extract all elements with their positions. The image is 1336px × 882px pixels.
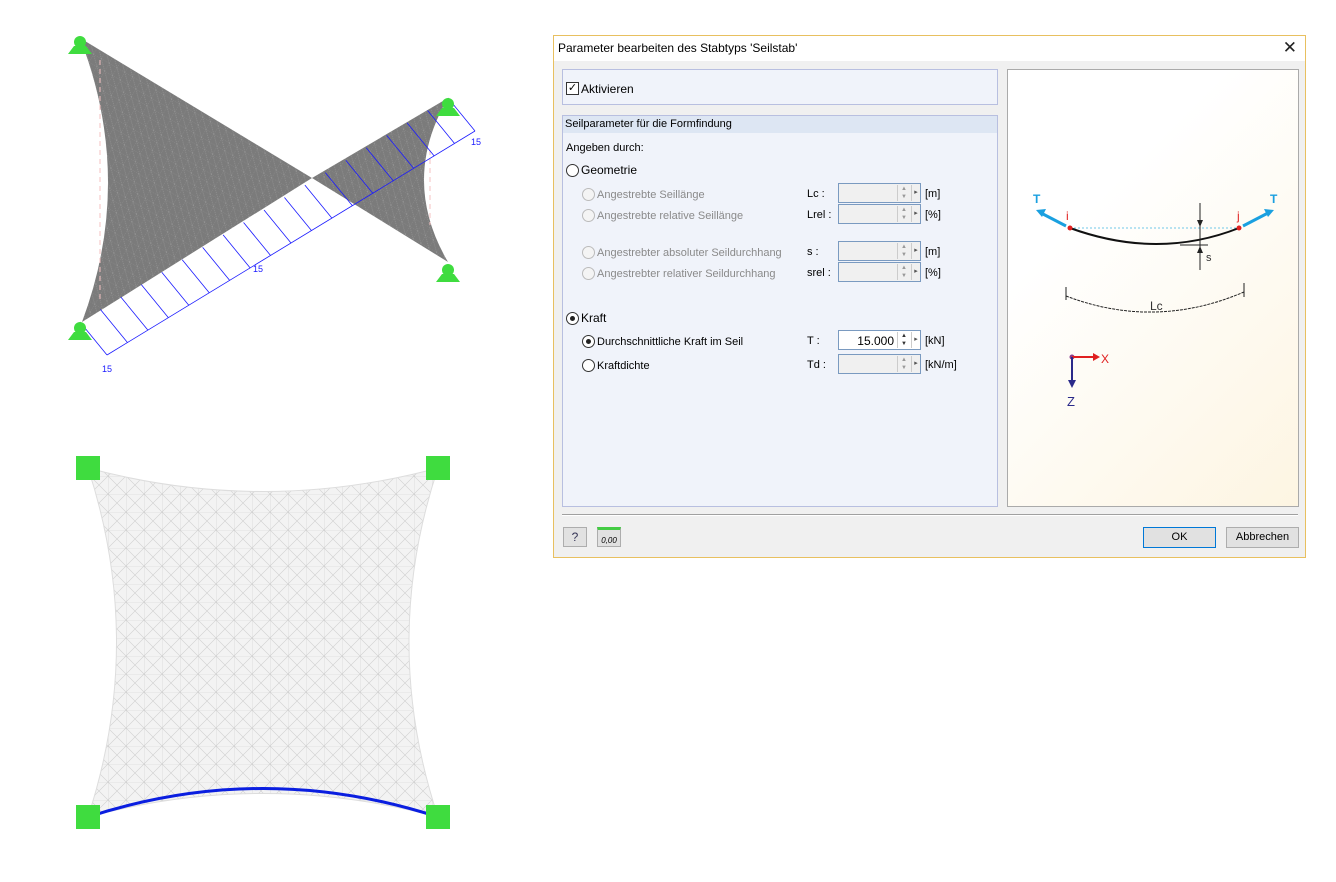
symbol-t: T :	[807, 335, 820, 347]
title-bar: Parameter bearbeiten des Stabtyps 'Seils…	[554, 36, 1305, 61]
label-lc: Lc	[1150, 299, 1163, 313]
model-view-3d[interactable]: 15 15 15	[0, 0, 540, 420]
symbol-lrel: Lrel :	[807, 209, 832, 221]
symbol-td: Td :	[807, 359, 826, 371]
radio-force-density[interactable]: Kraftdichte	[582, 359, 650, 372]
radio-relative-sag[interactable]: Angestrebter relativer Seildurchhang	[582, 267, 776, 280]
edit-cable-dialog: Parameter bearbeiten des Stabtyps 'Seils…	[553, 35, 1306, 558]
support-icon	[426, 456, 450, 480]
model-view-plan[interactable]	[0, 440, 540, 860]
section-header: Seilparameter für die Formfindung	[563, 116, 997, 133]
support-icon	[436, 264, 460, 282]
label-s: s	[1206, 252, 1212, 264]
load-hatch	[243, 222, 271, 256]
activate-group: ✓ Aktivieren	[562, 69, 998, 105]
target-length-input[interactable]: ▲ ▼ ▸	[838, 183, 921, 203]
label-i: i	[1066, 209, 1069, 223]
load-label: 15	[253, 264, 263, 274]
average-force-input[interactable]: 15.000 ▲ ▼ ▸	[838, 330, 921, 350]
axis-z-label: Z	[1067, 394, 1075, 409]
load-hatch	[304, 184, 333, 219]
support-icon	[76, 456, 100, 480]
absolute-sag-input[interactable]: ▲ ▼ ▸	[838, 241, 921, 261]
close-icon[interactable]: ✕	[1283, 38, 1297, 58]
radio-absolute-sag[interactable]: Angestrebter absoluter Seildurchhang	[582, 246, 782, 259]
cable-diagram: T T i j s Lc X Z	[1033, 192, 1278, 409]
help-icon: ?	[571, 530, 579, 544]
activate-label: Aktivieren	[581, 82, 634, 96]
symbol-s: s :	[807, 246, 819, 258]
support-icon	[68, 322, 92, 340]
unit-label: [m]	[925, 246, 941, 258]
load-hatch	[284, 197, 312, 231]
relative-sag-input[interactable]: ▲ ▼ ▸	[838, 262, 921, 282]
load-hatch	[222, 234, 251, 269]
symbol-lc: Lc :	[807, 188, 825, 200]
diagram-panel: T T i j s Lc X Z	[1007, 69, 1299, 507]
support-icon	[76, 805, 100, 829]
radio-target-length[interactable]: Angestrebte Seillänge	[582, 188, 705, 201]
cable-parameters-group: Seilparameter für die Formfindung Angebe…	[562, 115, 998, 507]
label-t-right: T	[1270, 192, 1278, 206]
unit-label: [%]	[925, 209, 941, 221]
unit-label: [%]	[925, 267, 941, 279]
specify-by-label: Angeben durch:	[566, 142, 644, 154]
radio-button[interactable]	[566, 312, 579, 325]
radio-average-force[interactable]: Durchschnittliche Kraft im Seil	[582, 335, 743, 348]
radio-geometry[interactable]: Geometrie	[566, 163, 637, 177]
unit-label: [kN/m]	[925, 359, 957, 371]
load-hatch	[181, 259, 210, 294]
membrane-plan	[87, 467, 439, 818]
ok-button[interactable]: OK	[1143, 527, 1216, 548]
load-label: 15	[102, 364, 112, 374]
unit-label: [m]	[925, 188, 941, 200]
force-density-input[interactable]: ▲ ▼ ▸	[838, 354, 921, 374]
load-hatch	[141, 284, 169, 318]
membrane-left	[80, 38, 312, 322]
radio-relative-length[interactable]: Angestrebte relative Seillänge	[582, 209, 743, 222]
radio-force[interactable]: Kraft	[566, 311, 606, 325]
divider	[562, 514, 1298, 516]
relative-length-input[interactable]: ▲ ▼ ▸	[838, 204, 921, 224]
cancel-button[interactable]: Abbrechen	[1226, 527, 1299, 548]
dialog-title: Parameter bearbeiten des Stabtyps 'Seils…	[558, 41, 798, 55]
label-t-left: T	[1033, 192, 1041, 206]
decimals-button[interactable]: 0,00	[597, 527, 621, 547]
symbol-srel: srel :	[807, 267, 831, 279]
label-j: j	[1236, 209, 1240, 223]
support-icon	[426, 805, 450, 829]
activate-checkbox[interactable]: ✓	[566, 82, 579, 95]
load-hatch	[120, 296, 149, 331]
unit-label: [kN]	[925, 335, 945, 347]
load-hatch	[100, 309, 128, 343]
decimal-places-icon: 0,00	[601, 536, 617, 545]
axis-x-label: X	[1101, 352, 1109, 366]
load-hatch	[161, 271, 190, 306]
load-label: 15	[471, 137, 481, 147]
load-hatch	[263, 209, 292, 244]
help-button[interactable]: ?	[563, 527, 587, 547]
membrane-right	[312, 98, 448, 262]
load-hatch	[202, 247, 230, 281]
radio-button[interactable]	[566, 164, 579, 177]
